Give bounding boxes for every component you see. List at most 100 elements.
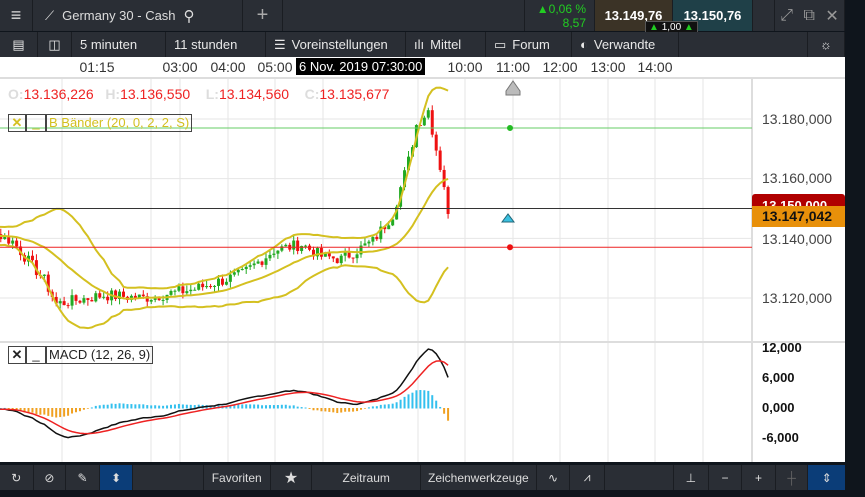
macd-histogram-bar [411, 392, 414, 409]
chart-type-button[interactable]: ılı Mittel [406, 32, 486, 57]
crosshair-icon[interactable]: ┼ [776, 465, 809, 490]
time-tick: 01:15 [79, 59, 114, 75]
macd-legend: ✕ _ MACD (12, 26, 9) [8, 346, 154, 364]
macd-histogram-bar [423, 390, 426, 409]
scroll-handle[interactable] [753, 0, 775, 31]
layout-icon[interactable]: ◫ [38, 32, 72, 57]
zoom-in-icon[interactable]: + [742, 465, 776, 490]
popout-icon[interactable]: ⧉ [803, 7, 814, 25]
macd-histogram-bar [150, 405, 153, 409]
search-icon[interactable]: ⚲ [184, 7, 195, 25]
remove-indicator-icon[interactable]: ✕ [8, 114, 26, 132]
candle [213, 285, 217, 287]
macd-histogram-bar [75, 408, 77, 413]
related-button[interactable]: ◐ Verwandte [572, 32, 679, 57]
macd-histogram-bar [379, 404, 382, 409]
spacer [133, 465, 204, 490]
drawing-tools-button[interactable]: Zeichenwerkzeuge [421, 465, 537, 490]
macd-histogram-bar [344, 408, 347, 412]
time-tick: 05:00 [257, 59, 292, 75]
candle [94, 293, 98, 302]
cancel-icon[interactable]: ⊘ [34, 465, 67, 490]
minimize-indicator-icon[interactable]: _ [26, 114, 46, 132]
menu-icon[interactable]: ≡ [0, 0, 33, 31]
forum-label: Forum [512, 37, 550, 52]
macd-histogram-bar [110, 403, 113, 409]
star-icon[interactable]: ★ [271, 465, 313, 490]
instrument-tab[interactable]: ⟋ Germany 30 - Cash ⚲ [33, 0, 243, 31]
remove-indicator-icon[interactable]: ✕ [8, 346, 26, 364]
candle [296, 240, 300, 252]
zoom-out-icon[interactable]: − [709, 465, 743, 490]
candle [58, 301, 62, 304]
candle [161, 299, 165, 301]
macd-histogram-bar [320, 408, 323, 412]
macd-histogram-bar [146, 405, 149, 409]
candle [343, 252, 347, 256]
macd-histogram-bar [90, 407, 93, 409]
macd-histogram-bar [387, 404, 390, 409]
macd-histogram-bar [447, 408, 450, 421]
macd-histogram-bar [162, 405, 165, 409]
spacer [283, 0, 525, 31]
add-tab-icon[interactable]: + [243, 0, 283, 31]
period-button[interactable]: Zeitraum [312, 465, 422, 490]
range-select[interactable]: 11 stunden [166, 32, 266, 57]
time-tick: 04:00 [210, 59, 245, 75]
candles-icon: ılı [414, 37, 425, 52]
favorites-button[interactable]: Favoriten [204, 465, 271, 490]
close-icon[interactable]: ✕ [825, 6, 838, 26]
macd-histogram-bar [443, 408, 446, 414]
macd-histogram-bar [367, 407, 370, 409]
minimize-indicator-icon[interactable]: _ [26, 346, 46, 364]
macd-histogram-bar [114, 403, 117, 409]
candle [224, 281, 228, 285]
candle [149, 299, 153, 302]
candle [442, 169, 446, 188]
candle [244, 266, 248, 270]
candle [438, 150, 442, 170]
candle [70, 295, 74, 306]
macd-histogram-bar [39, 408, 42, 415]
pencil-icon[interactable]: ✎ [66, 465, 100, 490]
macd-histogram-bar [106, 404, 109, 409]
macd-histogram-bar [94, 405, 97, 409]
price-tick: 13.180,000 [762, 111, 833, 127]
vertical-scale-icon[interactable]: ⇕ [808, 465, 846, 490]
speech-bubble-icon: ▭ [494, 36, 507, 52]
scale-toggle-icon[interactable]: ⬍ [99, 465, 134, 490]
bollinger-label[interactable]: B Bänder (20, 0, 2, 2, S) [46, 114, 193, 132]
candle [339, 255, 343, 264]
macd-histogram-bar [316, 408, 319, 411]
chart-toolbar: ▤ ◫ 5 minuten 11 stunden ☰ Voreinstellung… [0, 32, 845, 57]
macd-tick: -6,000 [762, 430, 799, 445]
candle [62, 301, 66, 306]
interval-select[interactable]: 5 minuten [72, 32, 166, 57]
presets-button[interactable]: ☰ Voreinstellungen [266, 32, 406, 57]
candle [30, 255, 34, 261]
macd-histogram-bar [439, 406, 442, 409]
macd-histogram-bar [336, 408, 339, 414]
chart-area[interactable]: 01:1503:0004:0005:0009:0010:0011:0012:00… [0, 57, 845, 462]
forum-button[interactable]: ▭ Forum [486, 32, 572, 57]
macd-histogram-bar [177, 403, 180, 409]
related-label: Verwandte [593, 37, 656, 52]
refresh-icon[interactable]: ↻ [0, 465, 34, 490]
settings-icon[interactable]: ☼ [807, 32, 845, 57]
candle [331, 256, 335, 259]
low-value: 13.134,560 [218, 86, 290, 102]
current-price-tag: 13.147,042 [752, 206, 845, 227]
candle [185, 291, 189, 294]
ohlc-readout: O:13.136,226 H:13.136,550 L:13.134,560 C… [8, 86, 389, 102]
alert-dot [507, 244, 513, 251]
list-icon[interactable]: ▤ [0, 32, 38, 57]
candle [90, 300, 94, 302]
fit-icon[interactable]: ⊥ [674, 465, 709, 490]
macd-histogram-bar [257, 404, 260, 409]
macd-histogram-bar [268, 405, 271, 409]
pattern-icon[interactable]: ⩘ [570, 465, 605, 490]
expand-icon[interactable]: ⤢ [780, 7, 793, 25]
indicator-icon[interactable]: ∿ [537, 465, 571, 490]
macd-label[interactable]: MACD (12, 26, 9) [46, 346, 154, 364]
macd-histogram-bar [237, 404, 240, 409]
